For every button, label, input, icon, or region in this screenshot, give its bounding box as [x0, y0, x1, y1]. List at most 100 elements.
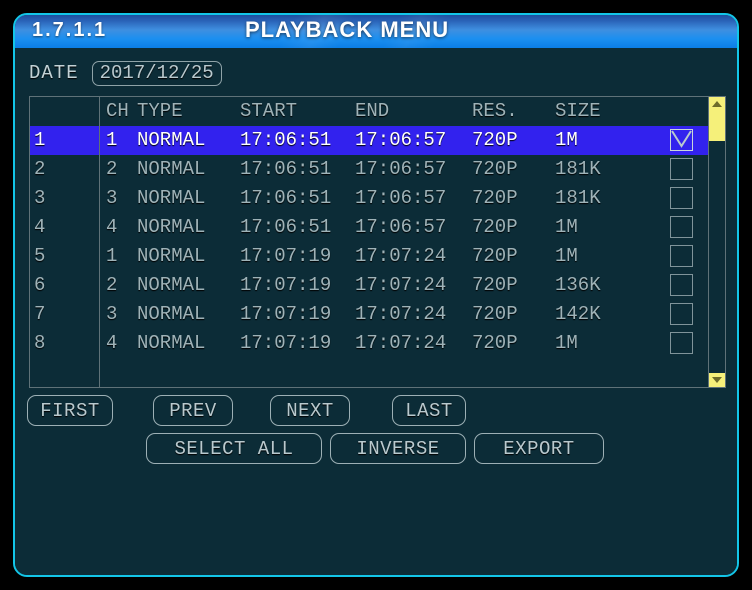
- scroll-up-button[interactable]: [709, 97, 725, 111]
- checkbox-icon[interactable]: [670, 245, 693, 267]
- prev-page-button[interactable]: PREV: [153, 395, 233, 426]
- cell-type: NORMAL: [137, 303, 206, 325]
- cell-ch: 2: [106, 274, 118, 296]
- table-row[interactable]: 1 1 NORMAL 17:06:51 17:06:57 720P 1M: [30, 126, 710, 155]
- cell-size: 142K: [555, 303, 601, 325]
- cell-type: NORMAL: [137, 129, 206, 151]
- cell-start: 17:07:19: [240, 303, 332, 325]
- cell-res: 720P: [472, 332, 518, 354]
- table-row[interactable]: 6 2 NORMAL 17:07:19 17:07:24 720P 136K: [30, 271, 710, 300]
- title-bar: 1.7.1.1 PLAYBACK MENU: [15, 15, 737, 48]
- scroll-down-button[interactable]: [709, 373, 725, 387]
- date-row: DATE 2017/12/25: [29, 59, 222, 87]
- cell-end: 17:06:57: [355, 129, 447, 151]
- cell-type: NORMAL: [137, 245, 206, 267]
- cell-ch: 4: [106, 332, 118, 354]
- header-start: START: [240, 100, 298, 122]
- row-checkbox-slot[interactable]: [667, 242, 707, 271]
- row-checkbox-slot[interactable]: [667, 155, 707, 184]
- cell-ch: 1: [106, 245, 118, 267]
- table-row[interactable]: 3 3 NORMAL 17:06:51 17:06:57 720P 181K: [30, 184, 710, 213]
- checkbox-checked-icon[interactable]: [670, 129, 693, 151]
- cell-size: 1M: [555, 332, 578, 354]
- cell-size: 1M: [555, 129, 578, 151]
- cell-index: 1: [34, 129, 46, 151]
- cell-size: 181K: [555, 187, 601, 209]
- cell-index: 4: [34, 216, 46, 238]
- cell-start: 17:06:51: [240, 129, 332, 151]
- cell-start: 17:06:51: [240, 158, 332, 180]
- cell-res: 720P: [472, 158, 518, 180]
- table-row[interactable]: 8 4 NORMAL 17:07:19 17:07:24 720P 1M: [30, 329, 710, 358]
- cell-end: 17:06:57: [355, 187, 447, 209]
- recording-table: CH TYPE START END RES. SIZE 1 1 NORMAL 1…: [29, 96, 726, 388]
- checkbox-icon[interactable]: [670, 303, 693, 325]
- cell-ch: 3: [106, 303, 118, 325]
- cell-end: 17:07:24: [355, 245, 447, 267]
- cell-end: 17:07:24: [355, 274, 447, 296]
- checkbox-icon[interactable]: [670, 274, 693, 296]
- table-header-row: CH TYPE START END RES. SIZE: [30, 97, 710, 126]
- cell-ch: 3: [106, 187, 118, 209]
- page-title: PLAYBACK MENU: [245, 17, 450, 42]
- cell-ch: 2: [106, 158, 118, 180]
- table-row[interactable]: 2 2 NORMAL 17:06:51 17:06:57 720P 181K: [30, 155, 710, 184]
- row-checkbox-slot[interactable]: [667, 271, 707, 300]
- triangle-down-icon: [712, 377, 722, 383]
- inverse-button[interactable]: INVERSE: [330, 433, 466, 464]
- first-page-button[interactable]: FIRST: [27, 395, 113, 426]
- header-size: SIZE: [555, 100, 601, 122]
- checkbox-icon[interactable]: [670, 332, 693, 354]
- cell-size: 181K: [555, 158, 601, 180]
- cell-index: 8: [34, 332, 46, 354]
- checkbox-column: [667, 97, 707, 387]
- table-row[interactable]: 7 3 NORMAL 17:07:19 17:07:24 720P 142K: [30, 300, 710, 329]
- cell-res: 720P: [472, 216, 518, 238]
- header-type: TYPE: [137, 100, 183, 122]
- table-row[interactable]: 5 1 NORMAL 17:07:19 17:07:24 720P 1M: [30, 242, 710, 271]
- row-checkbox-slot[interactable]: [667, 213, 707, 242]
- cell-start: 17:06:51: [240, 216, 332, 238]
- cell-type: NORMAL: [137, 332, 206, 354]
- cell-index: 2: [34, 158, 46, 180]
- cell-type: NORMAL: [137, 216, 206, 238]
- cell-res: 720P: [472, 274, 518, 296]
- next-page-button[interactable]: NEXT: [270, 395, 350, 426]
- header-checkbox-slot: [667, 97, 707, 126]
- cell-start: 17:07:19: [240, 332, 332, 354]
- cell-start: 17:07:19: [240, 245, 332, 267]
- row-checkbox-slot[interactable]: [667, 300, 707, 329]
- checkbox-icon[interactable]: [670, 216, 693, 238]
- select-all-button[interactable]: SELECT ALL: [146, 433, 322, 464]
- triangle-up-icon: [712, 101, 722, 107]
- cell-type: NORMAL: [137, 274, 206, 296]
- cell-index: 7: [34, 303, 46, 325]
- cell-size: 1M: [555, 245, 578, 267]
- checkbox-icon[interactable]: [670, 187, 693, 209]
- row-checkbox-slot[interactable]: [667, 329, 707, 358]
- row-checkbox-slot[interactable]: [667, 184, 707, 213]
- cell-res: 720P: [472, 303, 518, 325]
- cell-start: 17:07:19: [240, 274, 332, 296]
- menu-code: 1.7.1.1: [32, 19, 108, 41]
- table-scrollbar[interactable]: [708, 97, 725, 387]
- cell-end: 17:07:24: [355, 303, 447, 325]
- cell-end: 17:07:24: [355, 332, 447, 354]
- cell-ch: 1: [106, 129, 118, 151]
- date-input[interactable]: 2017/12/25: [91, 60, 222, 86]
- export-button[interactable]: EXPORT: [474, 433, 604, 464]
- checkbox-icon[interactable]: [670, 158, 693, 180]
- scrollbar-thumb[interactable]: [709, 111, 725, 141]
- cell-res: 720P: [472, 129, 518, 151]
- header-ch: CH: [106, 100, 129, 122]
- table-row[interactable]: 4 4 NORMAL 17:06:51 17:06:57 720P 1M: [30, 213, 710, 242]
- cell-start: 17:06:51: [240, 187, 332, 209]
- cell-index: 3: [34, 187, 46, 209]
- cell-type: NORMAL: [137, 187, 206, 209]
- row-checkbox-slot[interactable]: [667, 126, 707, 155]
- column-separator: [99, 97, 100, 387]
- last-page-button[interactable]: LAST: [392, 395, 466, 426]
- window-content: DATE 2017/12/25 CH TYPE START END RES. S…: [15, 48, 737, 575]
- cell-size: 1M: [555, 216, 578, 238]
- cell-type: NORMAL: [137, 158, 206, 180]
